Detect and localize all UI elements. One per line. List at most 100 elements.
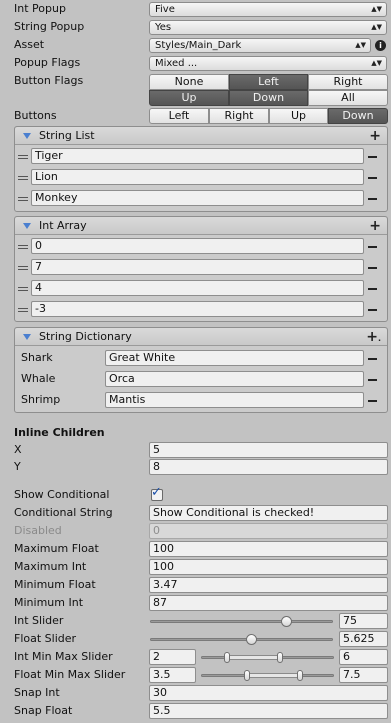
flag-none-button[interactable]: None — [149, 74, 229, 90]
conditional-string-field[interactable]: Show Conditional is checked! — [149, 505, 388, 521]
add-entry-icon[interactable]: +. — [366, 328, 381, 348]
maximum-int-label: Maximum Int — [14, 560, 87, 573]
buttons-right[interactable]: Right — [209, 108, 269, 124]
dictionary-value[interactable]: Orca — [105, 371, 364, 387]
inline-children-title: Inline Children — [14, 426, 105, 439]
flag-down-button[interactable]: Down — [229, 90, 308, 106]
float-max-thumb[interactable] — [296, 670, 303, 681]
minimum-int-field[interactable]: 87 — [149, 595, 388, 611]
int-array-header[interactable]: Int Array + — [15, 217, 387, 235]
remove-item-icon[interactable] — [368, 288, 377, 290]
foldout-triangle-icon[interactable] — [23, 223, 31, 229]
int-slider-track[interactable] — [150, 620, 333, 623]
float-slider-track[interactable] — [150, 638, 333, 641]
dictionary-value[interactable]: Great White — [105, 350, 364, 366]
foldout-triangle-icon[interactable] — [23, 133, 31, 139]
show-conditional-label: Show Conditional — [14, 488, 110, 501]
int-min-field[interactable]: 2 — [149, 649, 196, 665]
int-max-thumb[interactable] — [276, 652, 283, 663]
drag-handle-icon[interactable] — [18, 176, 28, 180]
float-slider-thumb[interactable] — [246, 634, 258, 645]
snap-int-field[interactable]: 30 — [149, 685, 388, 701]
popup-flags-popup[interactable]: Mixed ... ▲▼ — [149, 56, 387, 71]
remove-item-icon[interactable] — [368, 267, 377, 269]
minimum-float-field[interactable]: 3.47 — [149, 577, 388, 593]
remove-entry-icon[interactable] — [368, 379, 377, 381]
buttons-up[interactable]: Up — [269, 108, 328, 124]
asset-popup[interactable]: Styles/Main_Dark ▲▼ — [149, 38, 371, 53]
popup-arrow-icon: ▲▼ — [371, 59, 382, 67]
flag-left-button[interactable]: Left — [229, 74, 308, 90]
string-list-item[interactable]: Tiger — [31, 148, 364, 164]
drag-handle-icon[interactable] — [18, 245, 28, 249]
remove-item-icon[interactable] — [368, 177, 377, 179]
disabled-label: Disabled — [14, 524, 62, 537]
int-array-item[interactable]: 0 — [31, 238, 364, 254]
remove-item-icon[interactable] — [368, 246, 377, 248]
popup-flags-value: Mixed ... — [155, 58, 198, 69]
int-slider-label: Int Slider — [14, 614, 64, 627]
maximum-float-field[interactable]: 100 — [149, 541, 388, 557]
minimum-int-label: Minimum Int — [14, 596, 84, 609]
int-array-item[interactable]: 4 — [31, 280, 364, 296]
foldout-triangle-icon[interactable] — [23, 334, 31, 340]
add-item-icon[interactable]: + — [369, 217, 381, 235]
drag-handle-icon[interactable] — [18, 197, 28, 201]
int-slider-field[interactable]: 75 — [339, 613, 388, 629]
add-item-icon[interactable]: + — [369, 127, 381, 145]
asset-popup-value: Styles/Main_Dark — [155, 40, 242, 51]
flag-right-button[interactable]: Right — [308, 74, 388, 90]
dictionary-key: Shrimp — [21, 393, 61, 406]
snap-float-field[interactable]: 5.5 — [149, 703, 388, 719]
float-min-thumb[interactable] — [243, 670, 250, 681]
remove-item-icon[interactable] — [368, 156, 377, 158]
maximum-float-label: Maximum Float — [14, 542, 99, 555]
int-array-item[interactable]: -3 — [31, 301, 364, 317]
info-icon[interactable]: i — [375, 40, 386, 51]
float-slider-label: Float Slider — [14, 632, 77, 645]
int-popup[interactable]: Five ▲▼ — [149, 2, 387, 17]
int-min-max-range[interactable] — [227, 655, 281, 660]
float-slider-field[interactable]: 5.625 — [339, 631, 388, 647]
remove-entry-icon[interactable] — [368, 358, 377, 360]
minimum-float-label: Minimum Float — [14, 578, 96, 591]
remove-item-icon[interactable] — [368, 309, 377, 311]
string-dictionary-title: String Dictionary — [39, 330, 132, 343]
popup-arrow-icon: ▲▼ — [371, 5, 382, 13]
float-min-field[interactable]: 3.5 — [149, 667, 196, 683]
dictionary-value[interactable]: Mantis — [105, 392, 364, 408]
int-array-item[interactable]: 7 — [31, 259, 364, 275]
string-popup[interactable]: Yes ▲▼ — [149, 20, 387, 35]
show-conditional-checkbox[interactable]: ✓ — [151, 485, 163, 501]
drag-handle-icon[interactable] — [18, 155, 28, 159]
dictionary-key: Whale — [21, 372, 56, 385]
flag-all-button[interactable]: All — [308, 90, 388, 106]
drag-handle-icon[interactable] — [18, 308, 28, 312]
int-slider-thumb[interactable] — [280, 616, 292, 627]
float-max-field[interactable]: 7.5 — [339, 667, 388, 683]
buttons-left[interactable]: Left — [149, 108, 209, 124]
int-popup-label: Int Popup — [14, 2, 66, 15]
snap-int-label: Snap Int — [14, 686, 60, 699]
int-max-field[interactable]: 6 — [339, 649, 388, 665]
float-min-max-range[interactable] — [247, 673, 301, 678]
drag-handle-icon[interactable] — [18, 266, 28, 270]
x-field[interactable]: 5 — [149, 442, 388, 458]
drag-handle-icon[interactable] — [18, 287, 28, 291]
buttons-label: Buttons — [14, 109, 57, 122]
string-list-item[interactable]: Lion — [31, 169, 364, 185]
string-list-title: String List — [39, 129, 95, 142]
string-list-header[interactable]: String List + — [15, 127, 387, 145]
button-flags-label: Button Flags — [14, 74, 84, 87]
string-popup-label: String Popup — [14, 20, 85, 33]
remove-item-icon[interactable] — [368, 198, 377, 200]
y-field[interactable]: 8 — [149, 459, 388, 475]
flag-up-button[interactable]: Up — [149, 90, 229, 106]
int-min-thumb[interactable] — [223, 652, 230, 663]
string-dictionary-header[interactable]: String Dictionary +. — [15, 328, 387, 346]
string-list-item[interactable]: Monkey — [31, 190, 364, 206]
buttons-down[interactable]: Down — [328, 108, 388, 124]
maximum-int-field[interactable]: 100 — [149, 559, 388, 575]
checkmark-icon: ✓ — [151, 485, 162, 500]
remove-entry-icon[interactable] — [368, 400, 377, 402]
